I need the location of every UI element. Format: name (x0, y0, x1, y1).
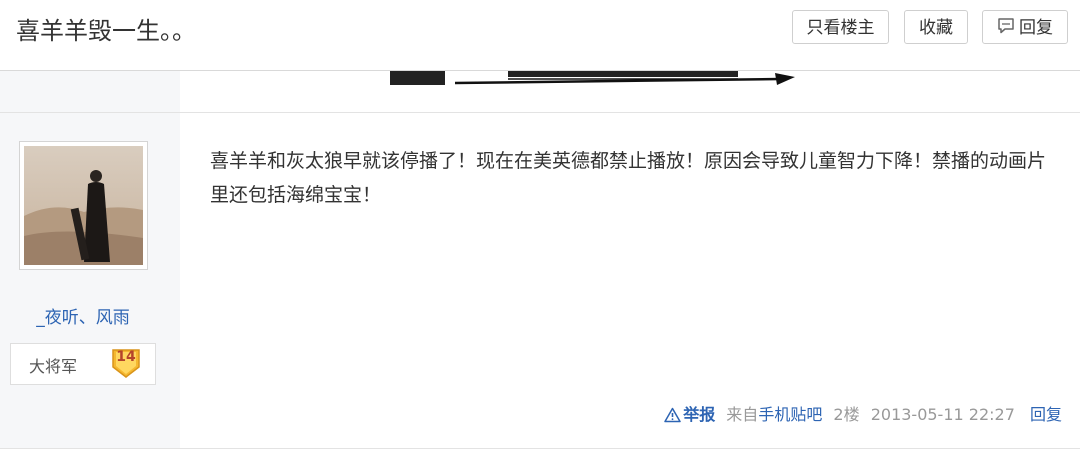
avatar[interactable] (19, 141, 148, 270)
post-reply-link[interactable]: 回复 (1030, 405, 1062, 424)
report-label: 举报 (683, 405, 716, 424)
level-number: 14 (116, 349, 136, 365)
post-meta: 举报 来自手机贴吧 2楼 2013-05-11 22:27 回复 (658, 403, 1062, 427)
source-prefix: 来自 (726, 405, 759, 424)
comment-icon (998, 18, 1014, 34)
post-bottom-divider (0, 448, 1080, 449)
previous-post-image (390, 71, 810, 91)
favorite-button[interactable]: 收藏 (904, 10, 968, 44)
author-username[interactable]: _夜听、风雨 (0, 303, 166, 328)
source-link[interactable]: 手机贴吧 (758, 405, 822, 424)
reply-button-label: 回复 (1019, 18, 1053, 38)
source-info: 来自手机贴吧 (726, 405, 822, 424)
report-link[interactable]: 举报 (664, 405, 715, 424)
previous-post-sidebar (0, 71, 180, 112)
warning-icon (664, 407, 681, 423)
rank-title: 大将军 (29, 357, 78, 376)
post-timestamp: 2013-05-11 22:27 (870, 405, 1015, 424)
rank-box[interactable]: 大将军 14 (10, 343, 156, 385)
thread-header: 喜羊羊毁一生。。 只看楼主 收藏 回复 (0, 0, 1080, 71)
only-op-button[interactable]: 只看楼主 (792, 10, 889, 44)
floor-number: 2楼 (833, 405, 860, 424)
reply-button[interactable]: 回复 (982, 10, 1068, 44)
author-sidebar: _夜听、风雨 大将军 14 (0, 113, 180, 448)
post-content: 喜羊羊和灰太狼早就该停播了！现在在美英德都禁止播放！原因会导致儿童智力下降！禁播… (210, 150, 1047, 206)
thread-title: 喜羊羊毁一生。。 (16, 17, 196, 45)
